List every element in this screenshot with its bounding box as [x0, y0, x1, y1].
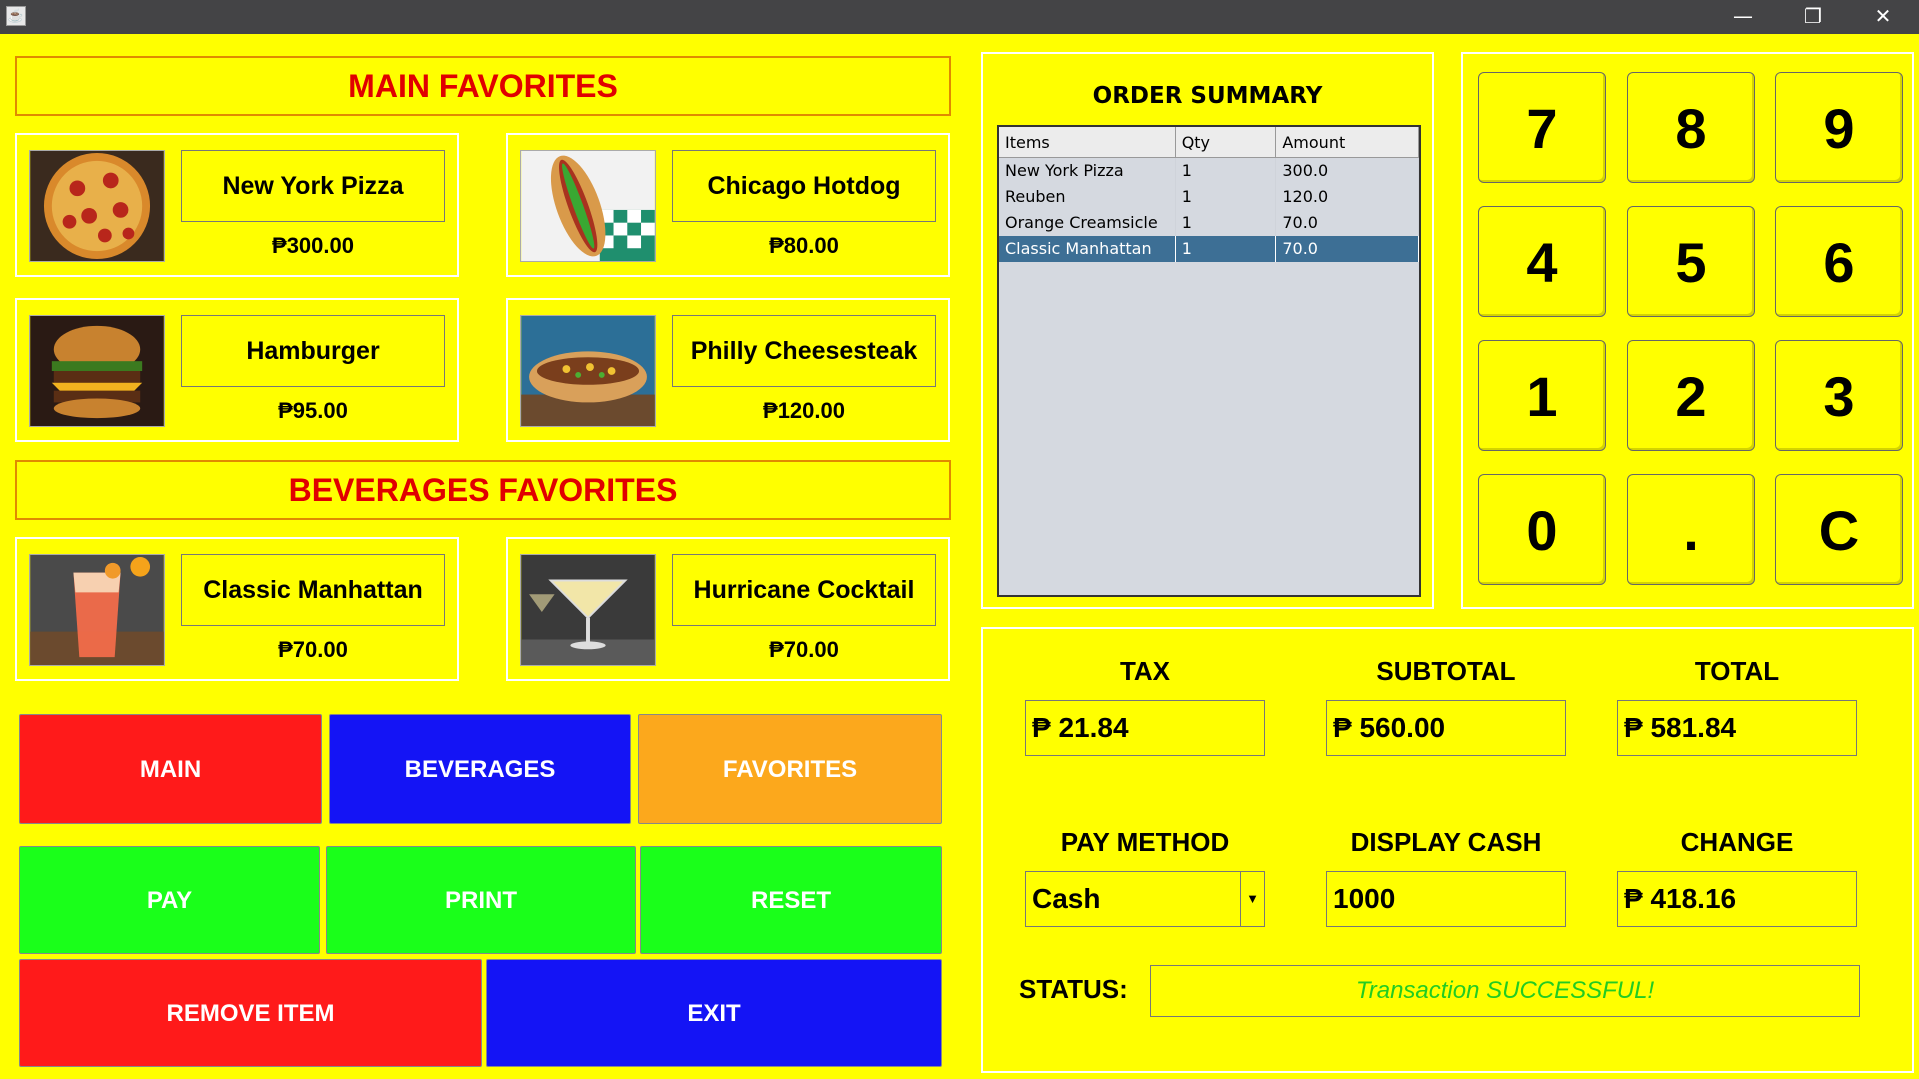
minimize-button[interactable]: — — [1714, 0, 1772, 34]
menu-card-hurricane-cocktail: Hurricane Cocktail ₱70.00 — [506, 537, 950, 681]
change-label: CHANGE — [1680, 827, 1794, 857]
menu-card-hamburger: Hamburger ₱95.00 — [15, 298, 459, 442]
order-summary-panel: ORDER SUMMARY Items Qty Amount New York … — [981, 52, 1434, 609]
cell-qty: 1 — [1175, 236, 1277, 262]
menu-card-new-york-pizza: New York Pizza ₱300.00 — [15, 133, 459, 277]
key-8[interactable]: 8 — [1627, 72, 1755, 183]
item-button-chicago-hotdog[interactable]: Chicago Hotdog — [672, 150, 936, 222]
favorites-category-button[interactable]: FAVORITES — [638, 714, 942, 824]
key-2[interactable]: 2 — [1627, 340, 1755, 451]
item-price-hurricane-cocktail: ₱70.00 — [769, 637, 839, 662]
cell-item: New York Pizza — [999, 157, 1176, 184]
tax-field[interactable]: ₱ 21.84 — [1025, 700, 1265, 756]
close-button[interactable]: ✕ — [1854, 0, 1912, 34]
cell-item: Orange Creamsicle — [999, 210, 1176, 236]
cell-amount: 70.0 — [1275, 210, 1419, 236]
chevron-down-icon[interactable]: ▼ — [1240, 872, 1264, 926]
item-button-new-york-pizza[interactable]: New York Pizza — [181, 150, 445, 222]
tax-label: TAX — [1119, 656, 1171, 686]
main-category-button[interactable]: MAIN — [19, 714, 322, 824]
table-row[interactable]: New York Pizza 1 300.0 — [999, 157, 1419, 184]
key-9[interactable]: 9 — [1775, 72, 1903, 183]
column-header-items[interactable]: Items — [999, 127, 1176, 158]
key-7[interactable]: 7 — [1478, 72, 1606, 183]
beverages-category-button[interactable]: BEVERAGES — [329, 714, 631, 824]
cell-qty: 1 — [1175, 184, 1277, 210]
beverages-favorites-header: BEVERAGES FAVORITES — [15, 460, 951, 520]
cell-item: Reuben — [999, 184, 1176, 210]
key-6[interactable]: 6 — [1775, 206, 1903, 317]
payment-panel: TAX ₱ 21.84 SUBTOTAL ₱ 560.00 TOTAL ₱ 58… — [981, 627, 1914, 1073]
cell-item: Classic Manhattan — [999, 236, 1176, 262]
key-decimal[interactable]: . — [1627, 474, 1755, 585]
item-button-hamburger[interactable]: Hamburger — [181, 315, 445, 387]
cell-qty: 1 — [1175, 210, 1277, 236]
table-row-selected[interactable]: Classic Manhattan 1 70.0 — [999, 236, 1419, 262]
restore-button[interactable]: ❐ — [1784, 0, 1842, 34]
item-price-chicago-hotdog: ₱80.00 — [769, 233, 839, 258]
status-label: STATUS: — [1019, 974, 1128, 1004]
key-3[interactable]: 3 — [1775, 340, 1903, 451]
menu-card-philly-cheesesteak: Philly Cheesesteak ₱120.00 — [506, 298, 950, 442]
java-app-icon: ☕ — [6, 6, 26, 26]
key-clear[interactable]: C — [1775, 474, 1903, 585]
display-cash-label: DISPLAY CASH — [1350, 827, 1542, 857]
item-price-classic-manhattan: ₱70.00 — [278, 637, 348, 662]
order-summary-title: ORDER SUMMARY — [1092, 83, 1323, 109]
pay-method-label: PAY METHOD — [1060, 827, 1230, 857]
subtotal-field[interactable]: ₱ 560.00 — [1326, 700, 1566, 756]
column-header-amount[interactable]: Amount — [1275, 127, 1419, 158]
print-button[interactable]: PRINT — [326, 846, 636, 954]
cheesesteak-image — [520, 315, 656, 427]
key-4[interactable]: 4 — [1478, 206, 1606, 317]
item-price-hamburger: ₱95.00 — [278, 398, 348, 423]
table-row[interactable]: Orange Creamsicle 1 70.0 — [999, 210, 1419, 236]
column-header-qty[interactable]: Qty — [1175, 127, 1277, 158]
cell-qty: 1 — [1175, 157, 1277, 184]
menu-card-chicago-hotdog: Chicago Hotdog ₱80.00 — [506, 133, 950, 277]
hotdog-image — [520, 150, 656, 262]
key-1[interactable]: 1 — [1478, 340, 1606, 451]
keypad-panel: 7 8 9 4 5 6 1 2 3 0 . C — [1461, 52, 1914, 609]
reset-button[interactable]: RESET — [640, 846, 942, 954]
key-5[interactable]: 5 — [1627, 206, 1755, 317]
total-label: TOTAL — [1694, 656, 1780, 686]
subtotal-label: SUBTOTAL — [1376, 656, 1516, 686]
cell-amount: 120.0 — [1275, 184, 1419, 210]
hamburger-image — [29, 315, 165, 427]
menu-card-classic-manhattan: Classic Manhattan ₱70.00 — [15, 537, 459, 681]
item-button-philly-cheesesteak[interactable]: Philly Cheesesteak — [672, 315, 936, 387]
cell-amount: 70.0 — [1275, 236, 1419, 262]
red-cocktail-image — [29, 554, 165, 666]
cell-amount: 300.0 — [1275, 157, 1419, 184]
key-0[interactable]: 0 — [1478, 474, 1606, 585]
item-price-philly-cheesesteak: ₱120.00 — [763, 398, 845, 423]
table-row[interactable]: Reuben 1 120.0 — [999, 184, 1419, 210]
exit-button[interactable]: EXIT — [486, 959, 942, 1067]
order-table[interactable]: Items Qty Amount New York Pizza 1 300.0 … — [997, 125, 1421, 597]
pay-method-value: Cash — [1032, 883, 1101, 914]
title-bar: ☕ — ❐ ✕ — [0, 0, 1919, 34]
pizza-image — [29, 150, 165, 262]
total-field[interactable]: ₱ 581.84 — [1617, 700, 1857, 756]
pay-method-select[interactable]: Cash ▼ — [1025, 871, 1265, 927]
item-button-classic-manhattan[interactable]: Classic Manhattan — [181, 554, 445, 626]
martini-image — [520, 554, 656, 666]
order-table-header: Items Qty Amount — [999, 127, 1419, 158]
item-button-hurricane-cocktail[interactable]: Hurricane Cocktail — [672, 554, 936, 626]
change-field[interactable]: ₱ 418.16 — [1617, 871, 1857, 927]
main-favorites-header: MAIN FAVORITES — [15, 56, 951, 116]
remove-item-button[interactable]: REMOVE ITEM — [19, 959, 482, 1067]
status-field: Transaction SUCCESSFUL! — [1150, 965, 1860, 1017]
item-price-new-york-pizza: ₱300.00 — [272, 233, 354, 258]
pay-button[interactable]: PAY — [19, 846, 320, 954]
display-cash-field[interactable]: 1000 — [1326, 871, 1566, 927]
